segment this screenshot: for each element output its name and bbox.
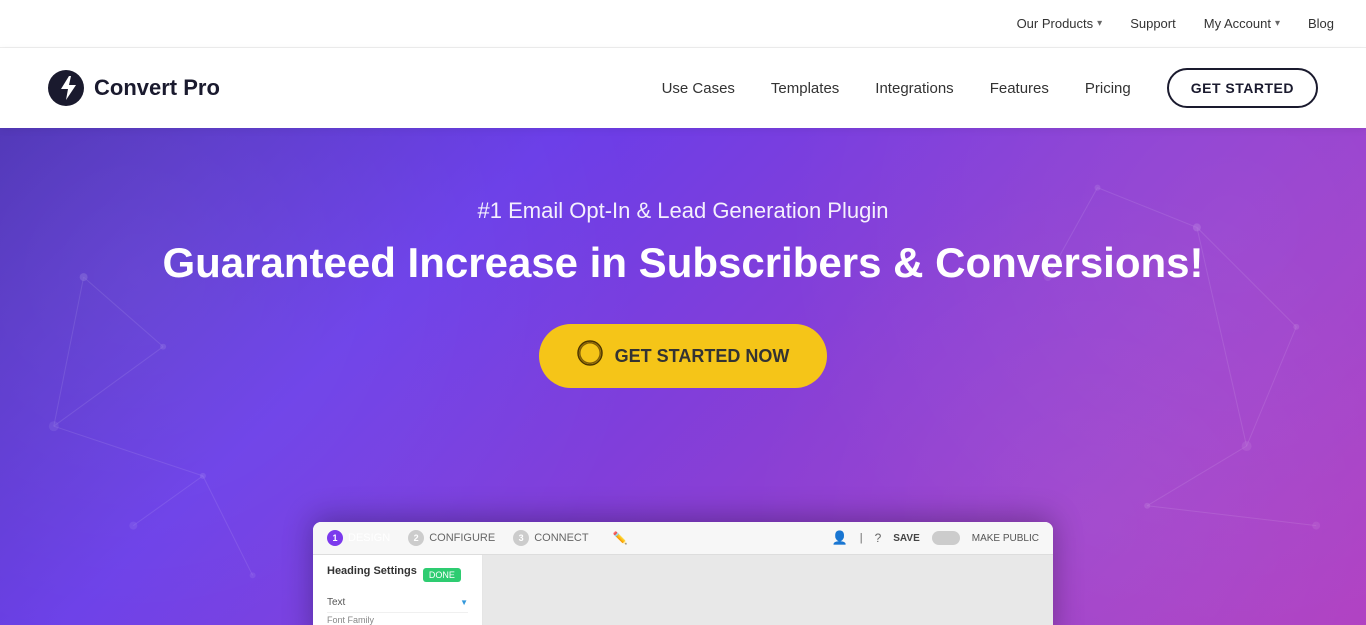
done-badge: DONE [423,568,461,582]
wordpress-icon [577,340,603,372]
nav-templates[interactable]: Templates [771,80,839,97]
app-canvas [483,555,1053,625]
logo-icon [48,70,84,106]
step-3-num: 3 [513,530,529,546]
logo-text: Convert Pro [94,75,220,101]
get-started-button[interactable]: GET STARTED [1167,68,1318,108]
save-label[interactable]: SAVE [893,533,920,544]
my-account-label: My Account [1204,16,1271,31]
our-products-chevron-icon: ▾ [1097,18,1102,29]
sidebar-heading: Heading Settings [327,565,417,577]
text-arrow-icon: ▼ [460,598,468,607]
blog-link[interactable]: Blog [1308,16,1334,31]
app-preview: 1 DESIGN 2 CONFIGURE 3 CONNECT ✏️ 👤 | ? … [313,522,1053,625]
hero-content: #1 Email Opt-In & Lead Generation Plugin… [162,198,1203,388]
nav-integrations[interactable]: Integrations [875,80,953,97]
step-connect: 3 CONNECT [513,530,588,546]
text-field-row: Text ▼ [327,593,468,613]
app-sidebar: Heading Settings DONE Text ▼ Font Family… [313,555,483,625]
main-nav: Convert Pro Use Cases Templates Integrat… [0,48,1366,128]
our-products-link[interactable]: Our Products ▾ [1017,16,1103,31]
step-design: 1 DESIGN [327,530,390,546]
nav-pricing[interactable]: Pricing [1085,80,1131,97]
our-products-label: Our Products [1017,16,1094,31]
make-public-label: MAKE PUBLIC [972,533,1039,544]
text-field-label: Text [327,597,345,608]
nav-features[interactable]: Features [990,80,1049,97]
hero-cta-button[interactable]: GET STARTED NOW [539,324,828,388]
step-connect-label: CONNECT [534,532,588,544]
step-configure: 2 CONFIGURE [408,530,495,546]
help-icon: ? [875,531,882,545]
main-nav-links: Use Cases Templates Integrations Feature… [662,68,1318,108]
step-design-label: DESIGN [348,532,390,544]
my-account-chevron-icon: ▾ [1275,18,1280,29]
support-link[interactable]: Support [1130,16,1176,31]
font-family-label: Font Family [327,613,468,625]
step-2-num: 2 [408,530,424,546]
hero-cta-label: GET STARTED NOW [615,346,790,367]
app-toolbar: 1 DESIGN 2 CONFIGURE 3 CONNECT ✏️ 👤 | ? … [313,522,1053,555]
top-bar: Our Products ▾ Support My Account ▾ Blog [0,0,1366,48]
app-body: Heading Settings DONE Text ▼ Font Family… [313,555,1053,625]
logo-link[interactable]: Convert Pro [48,70,220,106]
blog-label: Blog [1308,16,1334,31]
pencil-icon: ✏️ [613,531,628,545]
my-account-link[interactable]: My Account ▾ [1204,16,1280,31]
toolbar-right: 👤 | ? SAVE MAKE PUBLIC [832,530,1039,546]
user-icon: 👤 [832,530,848,546]
top-bar-nav: Our Products ▾ Support My Account ▾ Blog [1017,16,1334,31]
make-public-toggle[interactable] [932,531,960,545]
hero-title: Guaranteed Increase in Subscribers & Con… [162,238,1203,288]
hero-subtitle: #1 Email Opt-In & Lead Generation Plugin [162,198,1203,224]
nav-use-cases[interactable]: Use Cases [662,80,735,97]
step-1-num: 1 [327,530,343,546]
toolbar-spacer: | [860,532,863,544]
step-configure-label: CONFIGURE [429,532,495,544]
support-label: Support [1130,16,1176,31]
hero-section: #1 Email Opt-In & Lead Generation Plugin… [0,128,1366,625]
